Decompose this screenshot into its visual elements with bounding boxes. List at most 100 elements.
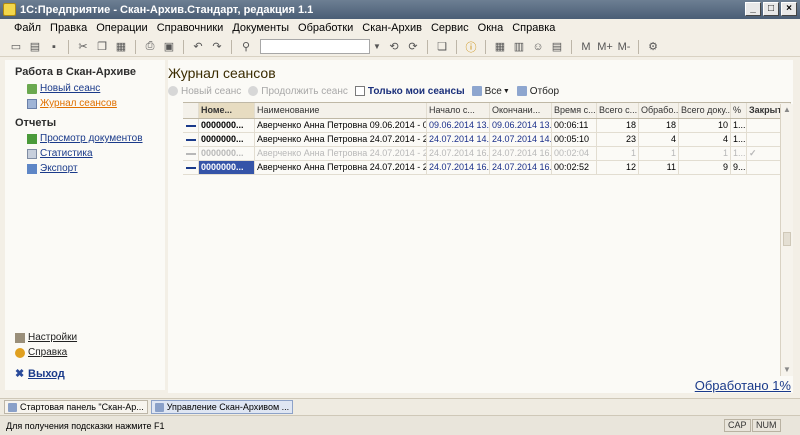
header-number[interactable]: Номе... bbox=[199, 103, 255, 118]
table-row-selected[interactable]: 0000000... Аверченко Анна Петровна 24.07… bbox=[183, 161, 791, 175]
status-bar: Для получения подсказки нажмите F1 CAP N… bbox=[0, 415, 800, 435]
menu-processing[interactable]: Обработки bbox=[298, 22, 353, 34]
help-icon bbox=[15, 347, 25, 358]
header-processed[interactable]: Обрабо... bbox=[639, 103, 679, 118]
search-dropdown-icon[interactable]: ▼ bbox=[373, 39, 383, 54]
calculator-icon[interactable]: ▦ bbox=[492, 39, 508, 55]
header-start[interactable]: Начало с... bbox=[427, 103, 490, 118]
header-percent[interactable]: % bbox=[731, 103, 747, 118]
new-session-button[interactable]: Новый сеанс bbox=[168, 86, 241, 97]
header-end[interactable]: Окончани... bbox=[490, 103, 552, 118]
menu-catalogs[interactable]: Справочники bbox=[157, 22, 224, 34]
menu-operations[interactable]: Операции bbox=[96, 22, 147, 34]
cap-indicator: CAP bbox=[724, 419, 751, 432]
only-my-sessions-checkbox[interactable]: Только мои сеансы bbox=[354, 86, 465, 97]
sidebar-section-work: Работа в Скан-Архиве bbox=[15, 66, 136, 78]
task-scan-archive-management[interactable]: Управление Скан-Архивом ... bbox=[150, 400, 294, 414]
customize-toolbar-icon[interactable]: ⚙ bbox=[645, 39, 661, 55]
cell-processed: 11 bbox=[639, 161, 679, 174]
num-indicator: NUM bbox=[752, 419, 781, 432]
cut-icon[interactable]: ✂ bbox=[75, 39, 91, 55]
sidebar-item-label: Справка bbox=[28, 347, 68, 358]
cell-percent: 9... bbox=[733, 161, 747, 174]
new-document-icon[interactable]: ▭ bbox=[8, 39, 24, 55]
main-panel: Журнал сеансов Новый сеанс Продолжить се… bbox=[168, 60, 793, 393]
cell-percent: 1... bbox=[733, 147, 747, 160]
cell-total-docs: 10 bbox=[679, 119, 731, 132]
menu-help[interactable]: Справка bbox=[512, 22, 555, 34]
memory-minus-icon[interactable]: M- bbox=[616, 39, 632, 55]
close-button[interactable]: × bbox=[781, 2, 797, 16]
menu-file[interactable]: Файл bbox=[14, 22, 41, 34]
cell-start: 24.07.2014 16... bbox=[429, 147, 490, 160]
cell-total-docs: 9 bbox=[679, 161, 731, 174]
filter-button[interactable]: Отбор bbox=[516, 86, 559, 97]
save-icon[interactable]: ▪ bbox=[46, 39, 62, 55]
cell-end: 24.07.2014 16... bbox=[492, 147, 552, 160]
scroll-down-icon[interactable]: ▼ bbox=[781, 364, 793, 376]
continue-session-button[interactable]: Продолжить сеанс bbox=[248, 86, 348, 97]
sidebar-item-help[interactable]: Справка bbox=[5, 345, 165, 360]
sidebar-item-view-documents[interactable]: Просмотр документов bbox=[5, 131, 165, 146]
app-icon bbox=[3, 3, 16, 16]
scroll-up-icon[interactable]: ▲ bbox=[781, 104, 793, 116]
header-total[interactable]: Всего с... bbox=[597, 103, 639, 118]
cell-total-docs: 1 bbox=[679, 147, 731, 160]
find-next-icon[interactable]: ⟲ bbox=[386, 39, 402, 55]
cell-duration: 00:05:10 bbox=[552, 133, 597, 146]
sidebar-item-label: Статистика bbox=[40, 148, 93, 159]
table-scrollbar[interactable]: ▲ ▼ bbox=[780, 104, 793, 376]
memory-m-icon[interactable]: M bbox=[578, 39, 594, 55]
sidebar-item-statistics[interactable]: Статистика bbox=[5, 146, 165, 161]
exit-link[interactable]: ✖ Выход bbox=[5, 366, 165, 382]
minimize-button[interactable]: _ bbox=[745, 2, 761, 16]
cell-number: 0000000... bbox=[199, 161, 255, 174]
processed-progress-link[interactable]: Обработано 1% bbox=[695, 378, 791, 393]
table-row[interactable]: 0000000... Аверченко Анна Петровна 09.06… bbox=[183, 119, 791, 133]
log-icon[interactable]: ▤ bbox=[549, 39, 565, 55]
header-name[interactable]: Наименование bbox=[255, 103, 427, 118]
sidebar-item-label: Журнал сеансов bbox=[40, 98, 117, 109]
users-icon[interactable]: ☺ bbox=[530, 39, 546, 55]
search-icon[interactable]: ⚲ bbox=[238, 39, 254, 55]
header-duration[interactable]: Время с... bbox=[552, 103, 597, 118]
sidebar-item-settings[interactable]: Настройки bbox=[5, 330, 165, 345]
toolbar-separator bbox=[638, 39, 639, 54]
window-taskbar: Стартовая панель "Скан-Ар... Управление … bbox=[0, 398, 800, 415]
checkbox-icon bbox=[354, 86, 365, 96]
info-icon[interactable]: ⓘ bbox=[463, 39, 479, 55]
windows-icon[interactable]: ❏ bbox=[434, 39, 450, 55]
menu-windows[interactable]: Окна bbox=[478, 22, 504, 34]
header-total-docs[interactable]: Всего доку... bbox=[679, 103, 731, 118]
task-label: Управление Скан-Архивом ... bbox=[166, 402, 290, 412]
menu-service[interactable]: Сервис bbox=[431, 22, 469, 34]
sidebar-item-journal[interactable]: Журнал сеансов bbox=[5, 96, 165, 111]
table-row[interactable]: 0000000... Аверченко Анна Петровна 24.07… bbox=[183, 133, 791, 147]
all-actions-button[interactable]: Все ▼ bbox=[471, 86, 510, 97]
task-start-panel[interactable]: Стартовая панель "Скан-Ар... bbox=[4, 400, 148, 414]
menu-documents[interactable]: Документы bbox=[232, 22, 289, 34]
preview-icon[interactable]: ▣ bbox=[161, 39, 177, 55]
open-folder-icon[interactable]: ▤ bbox=[27, 39, 43, 55]
journal-icon bbox=[27, 98, 37, 109]
pencil-icon bbox=[248, 86, 259, 96]
undo-icon[interactable]: ↶ bbox=[190, 39, 206, 55]
sidebar-item-export[interactable]: Экспорт bbox=[5, 161, 165, 176]
redo-icon[interactable]: ↷ bbox=[209, 39, 225, 55]
search-input[interactable] bbox=[260, 39, 370, 54]
print-icon[interactable]: ⎙ bbox=[142, 39, 158, 55]
menu-scan-archive[interactable]: Скан-Архив bbox=[362, 22, 422, 34]
sidebar-item-new-session[interactable]: Новый сеанс bbox=[5, 81, 165, 96]
new-session-icon bbox=[27, 83, 37, 94]
documents-icon bbox=[27, 133, 37, 144]
copy-icon[interactable]: ❐ bbox=[94, 39, 110, 55]
table-row[interactable]: 0000000... Аверченко Анна Петровна 24.07… bbox=[183, 147, 791, 161]
menu-edit[interactable]: Правка bbox=[50, 22, 87, 34]
paste-icon[interactable]: ▦ bbox=[113, 39, 129, 55]
row-marker bbox=[183, 119, 199, 132]
calendar-icon[interactable]: ▥ bbox=[511, 39, 527, 55]
find-prev-icon[interactable]: ⟳ bbox=[405, 39, 421, 55]
memory-plus-icon[interactable]: M+ bbox=[597, 39, 613, 55]
maximize-button[interactable]: □ bbox=[763, 2, 779, 16]
scroll-thumb[interactable] bbox=[783, 232, 791, 246]
